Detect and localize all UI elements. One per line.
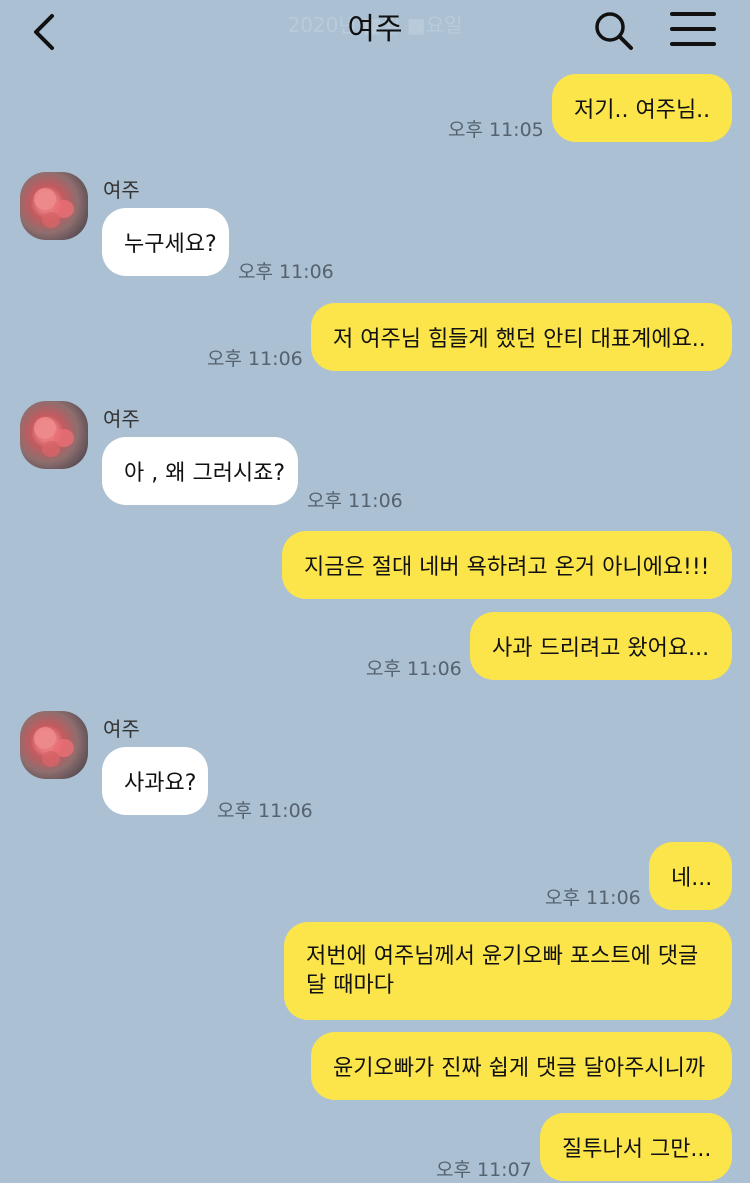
- sent-message-bubble[interactable]: 질투나서 그만...: [540, 1113, 732, 1181]
- menu-icon: [670, 12, 716, 16]
- message-time: 오후 11:06: [217, 800, 313, 822]
- received-message-bubble[interactable]: 아 , 왜 그러시죠?: [102, 437, 298, 505]
- search-button[interactable]: [593, 10, 635, 52]
- received-message-bubble[interactable]: 사과요?: [102, 747, 208, 815]
- sent-message-bubble[interactable]: 윤기오빠가 진짜 쉽게 댓글 달아주시니까: [311, 1032, 732, 1100]
- message-time: 오후 11:07: [436, 1159, 532, 1181]
- sent-message-bubble[interactable]: 사과 드리려고 왔어요...: [470, 612, 732, 680]
- sent-message-bubble[interactable]: 저번에 여주님께서 윤기오빠 포스트에 댓글 달 때마다: [284, 922, 732, 1020]
- search-icon: [595, 12, 633, 50]
- sender-name: 여주: [103, 407, 140, 431]
- menu-button[interactable]: [670, 12, 716, 48]
- chat-header: 2020년 ■월 ■요일 여주: [0, 0, 750, 62]
- sent-message-bubble[interactable]: 저 여주님 힘들게 했던 안티 대표계에요..: [311, 303, 732, 371]
- received-message-bubble[interactable]: 누구세요?: [102, 208, 229, 276]
- sent-message-bubble[interactable]: 저기.. 여주님..: [552, 74, 732, 142]
- contact-avatar[interactable]: [20, 172, 88, 240]
- contact-avatar[interactable]: [20, 401, 88, 469]
- sender-name: 여주: [103, 178, 140, 202]
- message-time: 오후 11:06: [307, 490, 403, 512]
- message-time: 오후 11:06: [366, 658, 462, 680]
- contact-avatar[interactable]: [20, 711, 88, 779]
- message-time: 오후 11:06: [238, 261, 334, 283]
- message-time: 오후 11:05: [448, 119, 544, 141]
- sent-message-bubble[interactable]: 네...: [649, 842, 732, 910]
- sent-message-bubble[interactable]: 지금은 절대 네버 욕하려고 온거 아니에요!!!: [282, 531, 732, 599]
- message-time: 오후 11:06: [545, 887, 641, 909]
- sender-name: 여주: [103, 717, 140, 741]
- message-time: 오후 11:06: [207, 348, 303, 370]
- chat-title: 여주: [347, 12, 403, 47]
